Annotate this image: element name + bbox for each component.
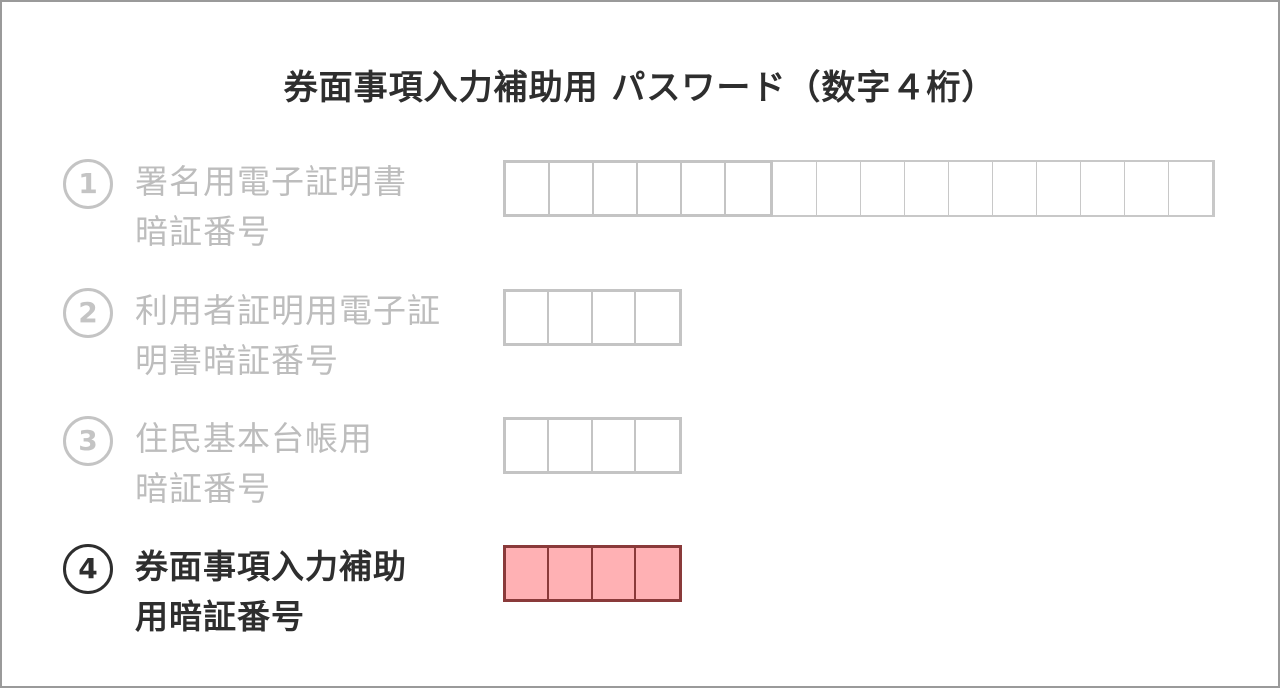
required-digit-segment — [503, 160, 773, 217]
row-label-line2: 暗証番号 — [135, 469, 271, 508]
digit-cell — [636, 548, 679, 599]
digit-cell — [549, 292, 593, 343]
row-label: 住民基本台帳用 暗証番号 — [135, 414, 475, 514]
page-title: 券面事項入力補助用 パスワード（数字４桁） — [283, 68, 997, 108]
row-label-line2: 暗証番号 — [135, 212, 271, 251]
row-label: 券面事項入力補助 用暗証番号 — [135, 542, 475, 642]
digit-cell — [506, 420, 550, 471]
digit-boxes-4 — [503, 417, 682, 474]
row-label-line1: 住民基本台帳用 — [135, 419, 373, 458]
step-number-2: 2 — [63, 288, 113, 338]
digit-cell — [636, 420, 679, 471]
row-label-line2: 明書暗証番号 — [135, 341, 339, 380]
digit-cell — [993, 162, 1037, 215]
row-label-line1: 署名用電子証明書 — [135, 162, 407, 201]
step-number-4: 4 — [63, 544, 113, 594]
digit-cell — [1125, 162, 1169, 215]
digit-cell — [593, 292, 636, 343]
digit-boxes-4 — [503, 289, 682, 346]
row-label-line1: 券面事項入力補助 — [135, 547, 407, 586]
digit-cell — [682, 163, 726, 214]
digit-cell — [817, 162, 861, 215]
step-number-3: 3 — [63, 416, 113, 466]
digit-cell — [636, 292, 679, 343]
digit-cell — [506, 292, 550, 343]
row-label-line2: 用暗証番号 — [135, 597, 305, 636]
row-label-line1: 利用者証明用電子証 — [135, 291, 441, 330]
digit-cell — [549, 420, 593, 471]
digit-cell — [773, 162, 817, 215]
digit-cell — [949, 162, 993, 215]
digit-cell — [905, 162, 949, 215]
digit-cell — [594, 163, 638, 214]
digit-cell — [593, 548, 636, 599]
password-explanation-panel: 券面事項入力補助用 パスワード（数字４桁） 1 署名用電子証明書 暗証番号 2 … — [0, 0, 1280, 688]
step-number-1: 1 — [63, 159, 113, 209]
digit-cell — [506, 548, 550, 599]
optional-digit-segment — [773, 160, 1215, 217]
row-label: 署名用電子証明書 暗証番号 — [135, 157, 475, 257]
digit-cell — [549, 548, 593, 599]
digit-cell — [1169, 162, 1213, 215]
digit-cell — [726, 163, 770, 214]
digit-boxes-4-highlighted — [503, 545, 682, 602]
digit-boxes-16 — [503, 160, 1215, 217]
digit-cell — [1037, 162, 1081, 215]
digit-cell — [506, 163, 550, 214]
row-label: 利用者証明用電子証 明書暗証番号 — [135, 286, 475, 386]
digit-cell — [593, 420, 636, 471]
digit-cell — [550, 163, 594, 214]
digit-cell — [638, 163, 682, 214]
digit-cell — [861, 162, 905, 215]
digit-cell — [1081, 162, 1125, 215]
